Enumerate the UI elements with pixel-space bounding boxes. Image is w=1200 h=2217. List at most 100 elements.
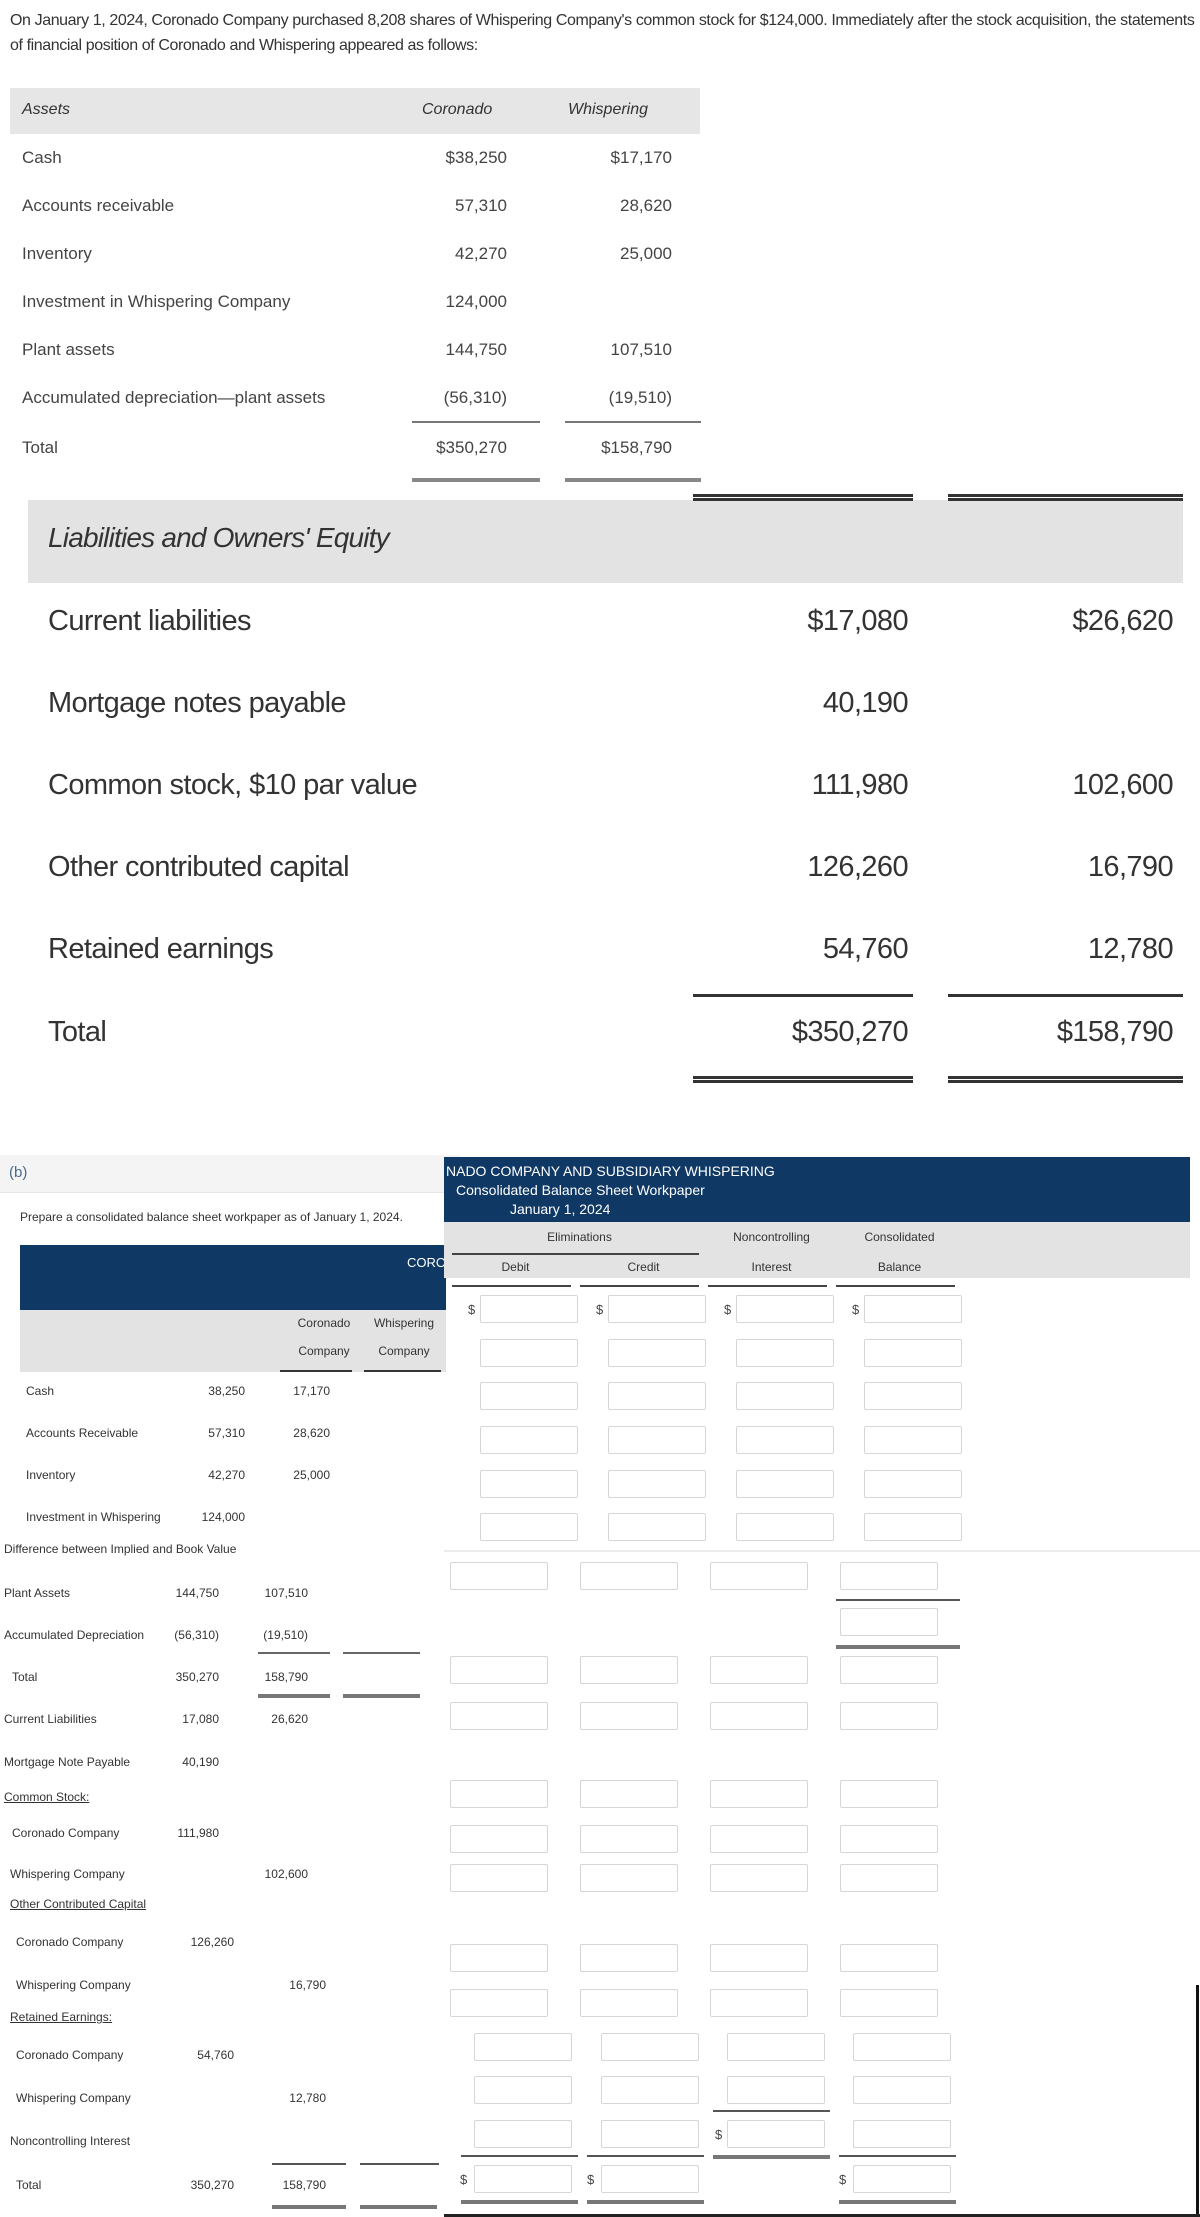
debit-input[interactable] — [450, 1825, 548, 1853]
assets-row: Total $350,270 $158,790 — [22, 438, 702, 468]
subtotal-rule-coronado — [412, 421, 540, 423]
credit-input[interactable] — [580, 1562, 678, 1590]
debit-input[interactable] — [474, 2076, 572, 2104]
credit-input[interactable] — [608, 1513, 706, 1541]
nci-input[interactable] — [710, 1562, 808, 1590]
assets-row: Accumulated depreciation—plant assets (56… — [22, 388, 702, 418]
debit-input[interactable] — [450, 1562, 548, 1590]
credit-rule — [580, 1285, 699, 1287]
nci-header-line2: Interest — [751, 1260, 792, 1274]
credit-input[interactable] — [608, 1426, 706, 1454]
debit-input[interactable] — [474, 2120, 572, 2148]
consolidated-input[interactable] — [864, 1295, 962, 1323]
debit-input[interactable] — [480, 1470, 578, 1498]
nci-input[interactable] — [727, 2033, 825, 2061]
consolidated-input[interactable] — [864, 1470, 962, 1498]
debit-input[interactable] — [450, 1780, 548, 1808]
credit-input[interactable] — [580, 1864, 678, 1892]
nci-input[interactable] — [710, 1825, 808, 1853]
debit-input[interactable] — [480, 1513, 578, 1541]
workpaper-coronado-value: 57,310 — [208, 1426, 245, 1440]
credit-input[interactable] — [580, 1656, 678, 1684]
workpaper-row-label: Cash — [26, 1384, 55, 1398]
whispering-value: (19,510) — [608, 388, 672, 407]
debit-input[interactable] — [480, 1295, 578, 1323]
consolidated-input[interactable] — [853, 2076, 951, 2104]
credit-input[interactable] — [608, 1295, 706, 1323]
nci-input[interactable] — [736, 1339, 834, 1367]
nci-input[interactable] — [736, 1513, 834, 1541]
nci-input[interactable] — [727, 2120, 825, 2148]
debit-input[interactable] — [480, 1339, 578, 1367]
nci-input[interactable] — [736, 1295, 834, 1323]
debit-rule — [452, 1285, 571, 1287]
consolidated-input[interactable] — [853, 2165, 951, 2193]
debit-input[interactable] — [480, 1426, 578, 1454]
workpaper-row-label: Accounts Receivable — [26, 1426, 139, 1440]
debit-input[interactable] — [450, 1989, 548, 2017]
consolidated-input[interactable] — [840, 1989, 938, 2017]
consolidated-input[interactable] — [840, 1864, 938, 1892]
workpaper-whispering-value: 102,600 — [264, 1867, 308, 1881]
credit-input[interactable] — [580, 1989, 678, 2017]
nci-input[interactable] — [710, 1989, 808, 2017]
consolidated-input[interactable] — [840, 1656, 938, 1684]
consolidated-input[interactable] — [864, 1513, 962, 1541]
credit-input[interactable] — [608, 1470, 706, 1498]
consolidated-input[interactable] — [840, 1825, 938, 1853]
credit-input[interactable] — [601, 2076, 699, 2104]
credit-input[interactable] — [608, 1339, 706, 1367]
consolidated-input[interactable] — [840, 1780, 938, 1808]
workpaper-whispering-value: (19,510) — [263, 1628, 308, 1642]
credit-input[interactable] — [601, 2033, 699, 2061]
nci-header-line1: Noncontrolling — [733, 1230, 810, 1244]
assets-row: Accounts receivable 57,310 28,620 — [22, 196, 702, 226]
workpaper-row-label: Current Liabilities — [4, 1712, 97, 1726]
workpaper-row-label: Inventory — [26, 1468, 76, 1482]
nci-input[interactable] — [727, 2076, 825, 2104]
consolidated-input[interactable] — [840, 1562, 938, 1590]
debit-input[interactable] — [450, 1944, 548, 1972]
consolidated-input[interactable] — [840, 1944, 938, 1972]
whispering-value: 107,510 — [610, 340, 672, 359]
nci-input[interactable] — [710, 1780, 808, 1808]
credit-input[interactable] — [601, 2120, 699, 2148]
consolidated-input[interactable] — [840, 1702, 938, 1730]
debit-input[interactable] — [474, 2033, 572, 2061]
debit-input[interactable] — [474, 2165, 572, 2193]
nci-input[interactable] — [736, 1382, 834, 1410]
consolidated-input[interactable] — [864, 1426, 962, 1454]
debit-input[interactable] — [480, 1382, 578, 1410]
nci-input[interactable] — [710, 1656, 808, 1684]
consolidated-input[interactable] — [853, 2033, 951, 2061]
credit-input[interactable] — [601, 2165, 699, 2193]
debit-input[interactable] — [450, 1702, 548, 1730]
nci-input[interactable] — [710, 1702, 808, 1730]
credit-input[interactable] — [580, 1825, 678, 1853]
debit-input[interactable] — [450, 1656, 548, 1684]
currency-symbol: $ — [468, 1302, 476, 1317]
currency-symbol: $ — [724, 1302, 732, 1317]
workpaper-colheader-right: Eliminations Debit Credit Noncontrolling… — [444, 1222, 1190, 1278]
total-rule-coronado — [412, 478, 540, 482]
consolidated-input[interactable] — [853, 2120, 951, 2148]
nci-input[interactable] — [710, 1944, 808, 1972]
debit-input[interactable] — [450, 1864, 548, 1892]
consolidated-input[interactable] — [864, 1382, 962, 1410]
consolidated-input[interactable] — [864, 1339, 962, 1367]
nci-input[interactable] — [736, 1426, 834, 1454]
consolidated-input[interactable] — [840, 1608, 938, 1636]
nci-input[interactable] — [710, 1864, 808, 1892]
liabilities-row: Common stock, $10 par value 111,980 102,60… — [48, 769, 1174, 809]
assets-row: Investment in Whispering Company 124,000 — [22, 292, 702, 322]
credit-input[interactable] — [608, 1382, 706, 1410]
credit-input[interactable] — [580, 1780, 678, 1808]
workpaper-whispering-value: 26,620 — [271, 1712, 308, 1726]
nci-rule — [708, 1285, 827, 1287]
nci-input[interactable] — [736, 1470, 834, 1498]
workpaper-title-line1: NADO COMPANY AND SUBSIDIARY WHISPERING — [446, 1163, 775, 1179]
credit-input[interactable] — [580, 1944, 678, 1972]
credit-input[interactable] — [580, 1702, 678, 1730]
workpaper-coronado-value: 124,000 — [201, 1510, 245, 1524]
currency-symbol: $ — [715, 2127, 723, 2142]
